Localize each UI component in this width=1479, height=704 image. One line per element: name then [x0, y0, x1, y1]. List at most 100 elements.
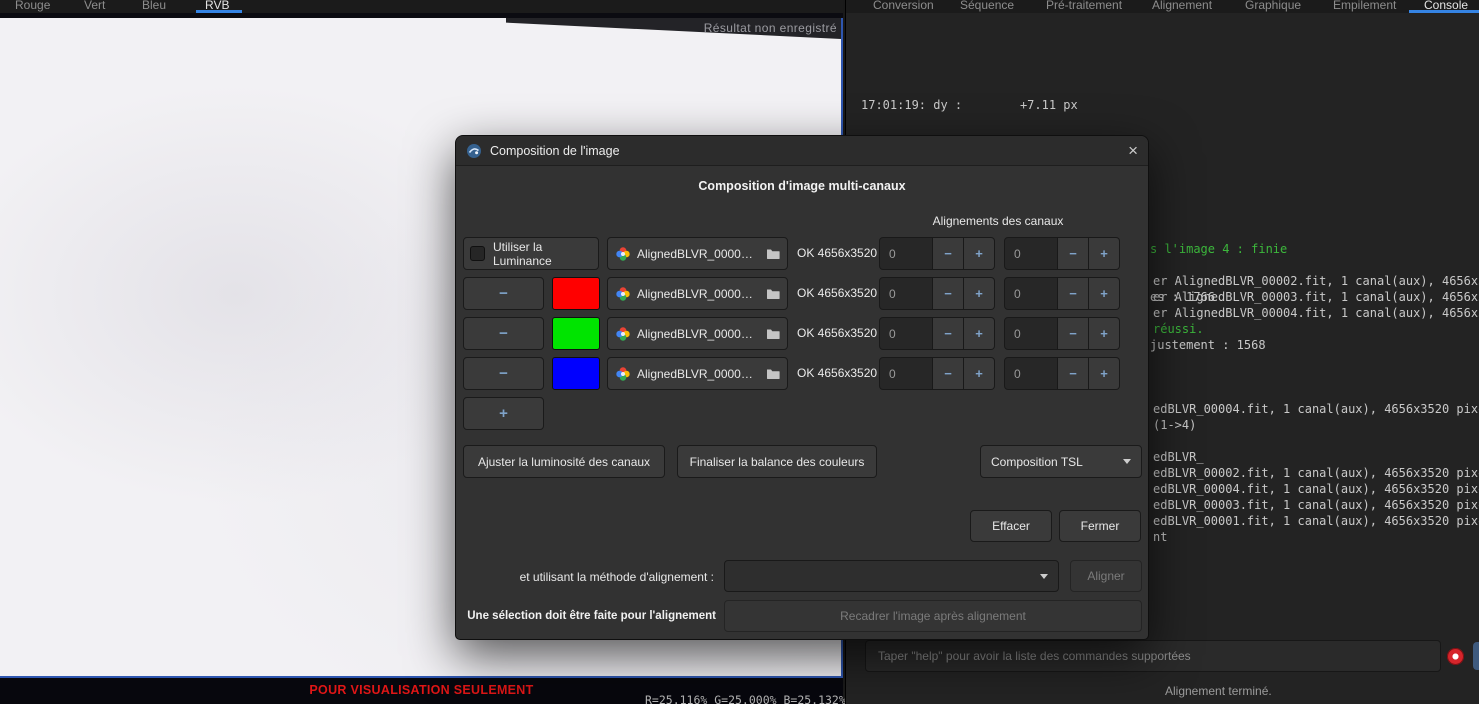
luminance-file-chooser[interactable]: AlignedBLVR_00002.fit	[607, 237, 788, 270]
unsaved-result-label: Résultat non enregistré	[703, 21, 837, 35]
folder-icon	[767, 369, 780, 379]
tab-conversion[interactable]: Conversion	[873, 0, 934, 12]
x-shift-spinbutton: 0 − +	[879, 357, 995, 390]
console-line: 17:01:19: dy : +7.11 px	[861, 98, 1078, 112]
spin-increase-button[interactable]: +	[1089, 317, 1120, 350]
red-channel-row: − AlignedBLVR_00004.fit OK 4656x3520 0 −…	[463, 277, 1143, 310]
spin-value[interactable]: 0	[879, 237, 933, 270]
adjust-brightness-button[interactable]: Ajuster la luminosité des canaux	[463, 445, 665, 478]
dropdown-value: Composition TSL	[991, 454, 1083, 469]
spin-decrease-button[interactable]: −	[933, 277, 964, 310]
tab-alignement[interactable]: Alignement	[1152, 0, 1212, 12]
use-luminance-toggle[interactable]: Utiliser la Luminance	[463, 237, 599, 270]
y-shift-spinbutton: 0 − +	[1004, 317, 1120, 350]
console-line-fragment: edBLVR_00003.fit, 1 canal(aux), 4656x352…	[1153, 498, 1479, 512]
command-input[interactable]	[865, 640, 1441, 672]
close-button[interactable]: Fermer	[1059, 510, 1141, 542]
image-composition-dialog: Composition de l'image × Composition d'i…	[455, 135, 1149, 640]
spin-increase-button[interactable]: +	[964, 317, 995, 350]
selection-required-note: Une sélection doit être faite pour l'ali…	[467, 610, 716, 622]
console-line-fragment: edBLVR_00004.fit, 1 canal(aux), 4656x352…	[1153, 402, 1479, 416]
channel-color-swatch-red[interactable]	[552, 277, 600, 310]
spin-value[interactable]: 0	[1004, 317, 1058, 350]
file-name: AlignedBLVR_00001.fit	[637, 366, 758, 381]
siril-app-icon	[467, 143, 481, 158]
luminance-checkbox[interactable]	[470, 246, 485, 261]
tab-rouge[interactable]: Rouge	[15, 0, 50, 12]
spin-increase-button[interactable]: +	[1089, 357, 1120, 390]
x-shift-spinbutton: 0 − +	[879, 237, 995, 270]
dialog-title: Composition de l'image	[490, 143, 620, 158]
tab-graphique[interactable]: Graphique	[1245, 0, 1301, 12]
spin-increase-button[interactable]: +	[1089, 237, 1120, 270]
y-shift-spinbutton: 0 − +	[1004, 357, 1120, 390]
spin-increase-button[interactable]: +	[964, 237, 995, 270]
close-icon[interactable]: ×	[1114, 140, 1138, 162]
console-line-fragment: edBLVR_00004.fit, 1 canal(aux), 4656x352…	[1153, 482, 1479, 496]
console-line-fragment: edBLVR_00002.fit, 1 canal(aux), 4656x352…	[1153, 466, 1479, 480]
remove-channel-button[interactable]: −	[463, 317, 544, 350]
spin-increase-button[interactable]: +	[1089, 277, 1120, 310]
folder-icon	[767, 329, 780, 339]
console-line-fragment: nt	[1153, 530, 1168, 544]
spin-decrease-button[interactable]: −	[933, 357, 964, 390]
clear-button[interactable]: Effacer	[970, 510, 1052, 542]
x-shift-spinbutton: 0 − +	[879, 317, 995, 350]
file-status: OK 4656x3520	[797, 326, 878, 340]
luminance-channel-row: Utiliser la Luminance AlignedBLVR_00002.…	[463, 237, 1143, 270]
luminance-label: Utiliser la Luminance	[493, 239, 552, 268]
command-status-icon[interactable]	[1447, 648, 1464, 665]
spin-decrease-button[interactable]: −	[1058, 277, 1089, 310]
green-channel-row: − AlignedBLVR_00003.fit OK 4656x3520 0 −…	[463, 317, 1143, 350]
spin-decrease-button[interactable]: −	[1058, 357, 1089, 390]
tab-bleu[interactable]: Bleu	[142, 0, 166, 12]
green-channel-file-chooser[interactable]: AlignedBLVR_00003.fit	[607, 317, 788, 350]
chevron-down-icon	[1123, 459, 1131, 464]
tab-sequence[interactable]: Séquence	[960, 0, 1014, 12]
channel-color-swatch-blue[interactable]	[552, 357, 600, 390]
image-icon	[616, 366, 630, 381]
y-shift-spinbutton: 0 − +	[1004, 277, 1120, 310]
console-line-fragment: edBLVR_	[1153, 450, 1204, 464]
blue-channel-file-chooser[interactable]: AlignedBLVR_00001.fit	[607, 357, 788, 390]
spin-decrease-button[interactable]: −	[1058, 317, 1089, 350]
spin-value[interactable]: 0	[1004, 237, 1058, 270]
crop-after-alignment-button[interactable]: Recadrer l'image après alignement	[724, 600, 1142, 632]
spin-increase-button[interactable]: +	[964, 277, 995, 310]
x-shift-spinbutton: 0 − +	[879, 277, 995, 310]
dialog-body: Composition d'image multi-canaux Alignem…	[456, 166, 1148, 639]
dialog-titlebar[interactable]: Composition de l'image ×	[456, 136, 1148, 166]
spin-value[interactable]: 0	[879, 357, 933, 390]
folder-icon	[767, 289, 780, 299]
spin-decrease-button[interactable]: −	[933, 317, 964, 350]
partial-button-edge[interactable]	[1473, 642, 1479, 670]
dialog-heading: Composition d'image multi-canaux	[698, 179, 906, 193]
red-channel-file-chooser[interactable]: AlignedBLVR_00004.fit	[607, 277, 788, 310]
chevron-down-icon	[1040, 573, 1048, 579]
composition-type-dropdown[interactable]: Composition TSL	[980, 445, 1142, 478]
file-name: AlignedBLVR_00003.fit	[637, 326, 758, 341]
spin-decrease-button[interactable]: −	[1058, 237, 1089, 270]
spin-value[interactable]: 0	[1004, 357, 1058, 390]
alignment-method-dropdown[interactable]	[724, 560, 1059, 592]
image-icon	[616, 326, 630, 341]
add-channel-button[interactable]: +	[463, 397, 544, 430]
remove-channel-button[interactable]: −	[463, 357, 544, 390]
spin-increase-button[interactable]: +	[964, 357, 995, 390]
spin-value[interactable]: 0	[1004, 277, 1058, 310]
image-icon	[616, 286, 630, 301]
spin-value[interactable]: 0	[879, 277, 933, 310]
channel-color-swatch-green[interactable]	[552, 317, 600, 350]
finalize-color-balance-button[interactable]: Finaliser la balance des couleurs	[677, 445, 877, 478]
file-name: AlignedBLVR_00002.fit	[637, 246, 758, 261]
spin-decrease-button[interactable]: −	[933, 237, 964, 270]
remove-channel-button[interactable]: −	[463, 277, 544, 310]
alignment-method-label: et utilisant la méthode d'alignement :	[519, 570, 714, 584]
tab-empilement[interactable]: Empilement	[1333, 0, 1396, 12]
file-status: OK 4656x3520	[797, 366, 878, 380]
tab-pretraitement[interactable]: Pré-traitement	[1046, 0, 1122, 12]
spin-value[interactable]: 0	[879, 317, 933, 350]
tab-vert[interactable]: Vert	[84, 0, 105, 12]
align-button[interactable]: Aligner	[1070, 560, 1142, 592]
console-line-fragment: er AlignedBLVR_00002.fit, 1 canal(aux), …	[1153, 274, 1479, 288]
